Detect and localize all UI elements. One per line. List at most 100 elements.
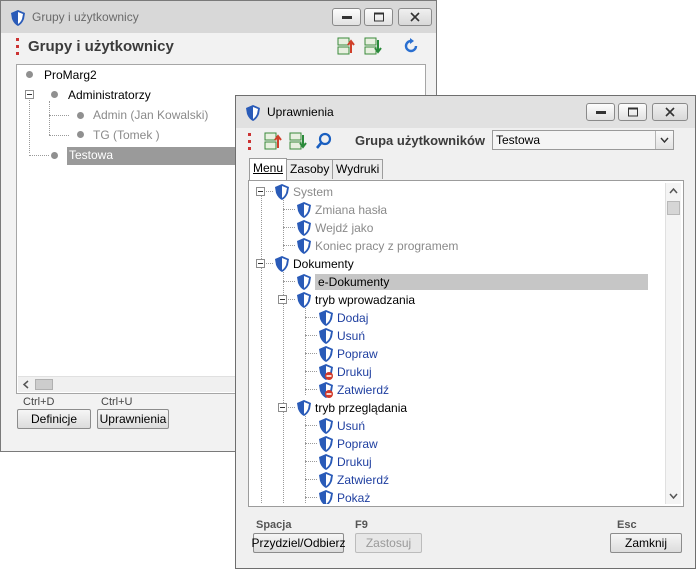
tree-node-label[interactable]: Pokaż	[337, 491, 370, 504]
minimize-button[interactable]	[586, 103, 615, 121]
import-icon[interactable]	[264, 132, 282, 150]
node-bullet-icon	[77, 131, 84, 138]
shield-icon	[275, 256, 289, 272]
shield-icon	[246, 105, 260, 121]
tree-line	[305, 443, 317, 444]
shield-icon	[297, 202, 311, 218]
tree-node-label[interactable]: System	[293, 185, 333, 199]
close-button[interactable]	[652, 103, 688, 121]
tree-line	[29, 155, 49, 156]
tree-line	[305, 353, 317, 354]
permissions-tree[interactable]: System Zmiana hasła Wejdź jako Koniec pracy…	[251, 183, 665, 504]
tree-node-label[interactable]: Drukuj	[337, 455, 372, 469]
chevron-down-icon	[660, 137, 669, 143]
tree-node-label[interactable]: e-Dokumenty	[315, 274, 648, 290]
shield-icon	[319, 328, 333, 344]
close-button[interactable]	[398, 8, 432, 26]
maximize-button[interactable]	[618, 103, 647, 121]
permissions-button[interactable]: Uprawnienia	[97, 409, 169, 429]
tree-node-label[interactable]: Wejdź jako	[315, 221, 373, 235]
tree-line	[283, 197, 284, 251]
export-icon[interactable]	[289, 132, 307, 150]
tree-node-label[interactable]: Dodaj	[337, 311, 368, 325]
vertical-scrollbar[interactable]	[665, 183, 681, 504]
node-bullet-icon	[26, 71, 33, 78]
drag-handle-icon[interactable]	[248, 133, 251, 150]
scroll-down-icon[interactable]	[669, 493, 678, 500]
drag-handle-icon[interactable]	[16, 38, 19, 55]
hotkey-label: Ctrl+D	[23, 396, 55, 408]
tree-line	[305, 335, 317, 336]
scroll-left-icon[interactable]	[22, 380, 30, 389]
maximize-button[interactable]	[364, 8, 393, 26]
maximize-icon	[373, 12, 384, 22]
group-select[interactable]: Testowa	[492, 130, 674, 150]
collapse-icon[interactable]	[256, 187, 265, 196]
tree-node-group-selected[interactable]: Testowa	[67, 147, 237, 165]
collapse-icon[interactable]	[256, 259, 265, 268]
search-icon[interactable]	[316, 132, 332, 150]
tree-line	[261, 189, 262, 504]
tree-node-label[interactable]: Dokumenty	[293, 257, 354, 271]
titlebar[interactable]: Grupy i użytkownicy	[1, 1, 436, 33]
tree-line	[49, 115, 69, 116]
scroll-thumb[interactable]	[35, 379, 53, 390]
close-icon	[410, 12, 420, 22]
minimize-icon	[595, 111, 606, 114]
titlebar[interactable]: Uprawnienia	[236, 96, 695, 128]
tree-line	[49, 135, 69, 136]
tree-line	[305, 317, 317, 318]
tree-line	[283, 227, 295, 228]
assign-revoke-button[interactable]: Przydziel/Odbierz	[251, 533, 346, 553]
tree-node-label[interactable]: Usuń	[337, 329, 365, 343]
tree-node-label[interactable]: Popraw	[337, 437, 378, 451]
tab-resources[interactable]: Zasoby	[286, 159, 334, 179]
tree-line	[29, 97, 30, 153]
tree-line	[305, 425, 317, 426]
scroll-up-icon[interactable]	[669, 187, 678, 194]
collapse-icon[interactable]	[278, 403, 287, 412]
export-icon[interactable]	[364, 37, 382, 55]
tree-node-label[interactable]: Koniec pracy z programem	[315, 239, 458, 253]
menu-tab-panel: System Zmiana hasła Wejdź jako Koniec pracy…	[248, 180, 684, 507]
dropdown-button[interactable]	[655, 131, 673, 149]
tree-node-label[interactable]: Usuń	[337, 419, 365, 433]
node-bullet-icon	[51, 152, 58, 159]
tree-line	[305, 461, 317, 462]
collapse-icon[interactable]	[25, 90, 34, 99]
tree-node-group[interactable]: Administratorzy	[68, 88, 151, 102]
close-icon	[665, 107, 675, 117]
close-dialog-button[interactable]: Zamknij	[610, 533, 682, 553]
hotkey-label: Esc	[617, 519, 637, 531]
collapse-icon[interactable]	[278, 295, 287, 304]
panel-title: Grupy i użytkownicy	[28, 38, 174, 55]
tree-node-label[interactable]: tryb przeglądania	[315, 401, 407, 415]
tree-line	[283, 281, 295, 282]
tab-menu[interactable]: Menu	[249, 158, 288, 180]
shield-icon	[297, 292, 311, 308]
refresh-icon[interactable]	[403, 38, 419, 54]
scroll-thumb[interactable]	[667, 201, 680, 215]
tab-printouts[interactable]: Wydruki	[332, 159, 384, 179]
definitions-button[interactable]: Definicje	[17, 409, 91, 429]
tab-label: Wydruki	[336, 162, 380, 176]
tree-node-label[interactable]: Drukuj	[337, 365, 372, 379]
apply-button[interactable]: Zastosuj	[355, 533, 422, 553]
tree-node-label[interactable]: Zatwierdź	[337, 383, 389, 397]
horizontal-scrollbar[interactable]	[18, 376, 236, 392]
tree-node-user[interactable]: Admin (Jan Kowalski)	[93, 108, 208, 122]
tree-node-label[interactable]: tryb wprowadzania	[315, 293, 415, 307]
shield-denied-icon	[319, 382, 333, 398]
tab-label: Menu	[253, 161, 284, 175]
tree-node-label[interactable]: Popraw	[337, 347, 378, 361]
tree-node-root[interactable]: ProMarg2	[44, 68, 97, 82]
hotkey-label: F9	[355, 519, 368, 531]
tree-node-user[interactable]: TG (Tomek )	[93, 128, 160, 142]
tree-node-label[interactable]: Zatwierdź	[337, 473, 389, 487]
shield-icon	[297, 274, 311, 290]
hotkey-label: Spacja	[256, 519, 292, 531]
group-label: Grupa użytkowników	[355, 133, 486, 148]
import-icon[interactable]	[337, 37, 355, 55]
tree-node-label[interactable]: Zmiana hasła	[315, 203, 387, 217]
minimize-button[interactable]	[332, 8, 361, 26]
